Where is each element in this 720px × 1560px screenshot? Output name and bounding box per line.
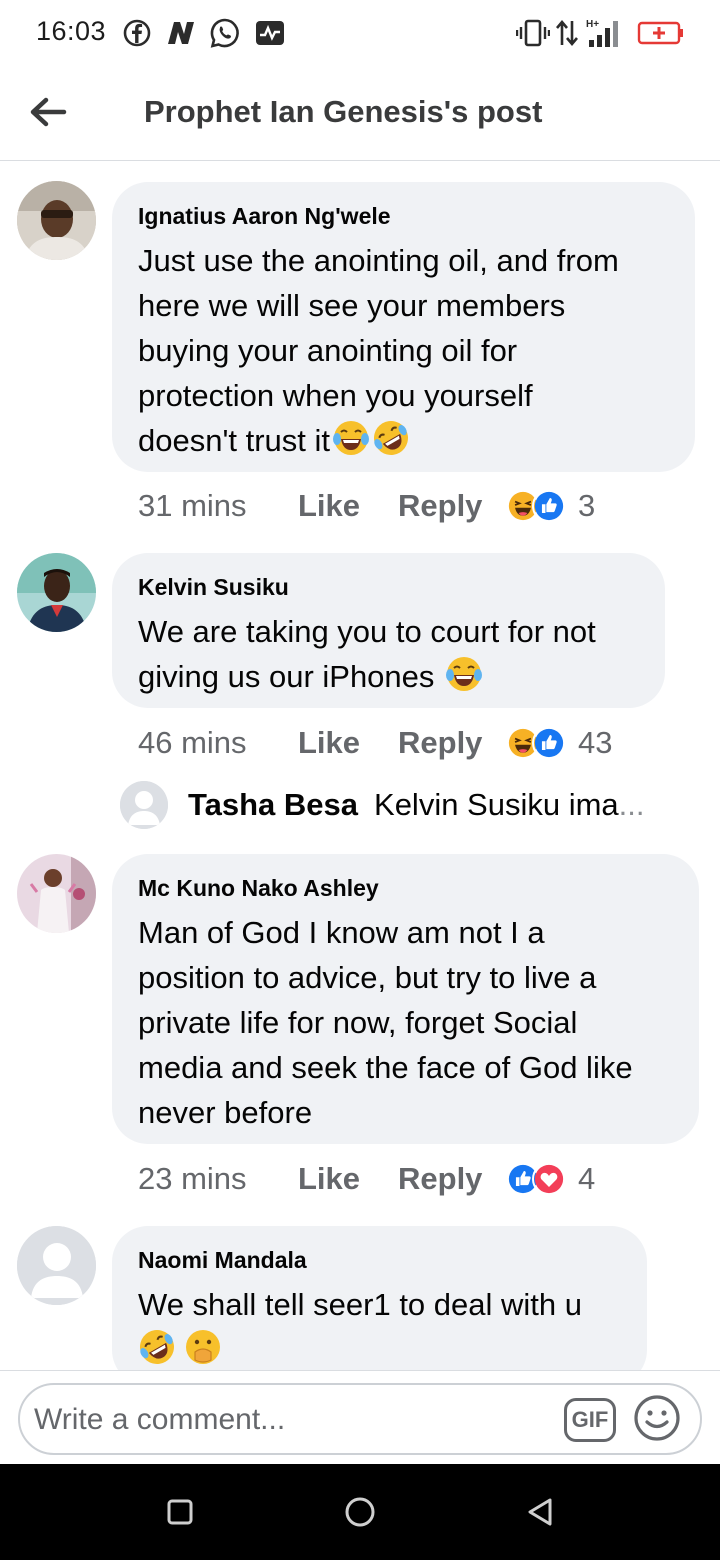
facebook-icon (122, 18, 152, 48)
tears-of-joy-emoji-icon (333, 421, 370, 455)
n-app-icon (164, 18, 198, 48)
comment-line: We shall tell seer1 to deal with u (138, 1287, 582, 1322)
reply-button[interactable]: Reply (398, 725, 482, 761)
comment-line: doesn't trust it (138, 423, 331, 458)
arrow-left-icon (30, 97, 67, 127)
status-time: 16:03 (36, 16, 107, 46)
rofl-emoji-icon (140, 1330, 174, 1364)
rofl-emoji-icon (374, 421, 409, 455)
reaction-count: 3 (578, 488, 596, 523)
reply-button[interactable]: Reply (398, 1161, 482, 1197)
love-reaction-icon (532, 1162, 566, 1196)
triangle-back-icon[interactable] (520, 1492, 560, 1532)
whatsapp-icon (208, 18, 242, 48)
like-button[interactable]: Like (298, 1161, 360, 1197)
comment-line: Man of God I know am not I a (138, 915, 545, 950)
post-header: Prophet Ian Genesis's post (0, 66, 720, 161)
comment-bubble[interactable]: Kelvin Susiku We are taking you to court… (112, 553, 665, 708)
comment-line: protection when you yourself (138, 378, 533, 413)
tears-of-joy-emoji-icon (446, 657, 483, 691)
comment-line-with-emoji: giving us our iPhones (138, 654, 639, 699)
commenter-name[interactable]: Ignatius Aaron Ng'wele (138, 202, 669, 230)
comment-line: private life for now, forget Social (138, 1005, 578, 1040)
comment-line: position to advice, but try to live a (138, 960, 597, 995)
comment-bubble[interactable]: Mc Kuno Nako Ashley Man of God I know am… (112, 854, 699, 1144)
page-title: Prophet Ian Genesis's post (144, 94, 543, 129)
avatar[interactable] (17, 181, 96, 260)
like-button[interactable]: Like (298, 488, 360, 524)
vibrate-icon (516, 18, 550, 48)
comment-time[interactable]: 46 mins (138, 725, 247, 761)
comment-line: media and seek the face of God like (138, 1050, 633, 1085)
comment-line-with-emoji: doesn't trust it (138, 418, 669, 463)
comment-meta: 23 mins Like Reply 4 (138, 1159, 595, 1199)
avatar (120, 781, 168, 829)
like-button[interactable]: Like (298, 725, 360, 761)
network-label: H+ (586, 19, 599, 30)
comment-text: Man of God I know am not I a position to… (138, 910, 673, 1135)
comment-bubble[interactable]: Naomi Mandala We shall tell seer1 to dea… (112, 1226, 647, 1386)
signal-hplus-icon: H+ (586, 18, 626, 48)
reactions-summary[interactable]: 43 (506, 725, 612, 761)
comment-line: never before (138, 1095, 313, 1130)
comment-line: here we will see your members (138, 288, 566, 323)
reply-text: Kelvin Susiku ima... (374, 787, 645, 823)
like-reaction-icon (532, 489, 566, 523)
emoji-line (138, 1327, 621, 1372)
smiley-icon[interactable] (632, 1393, 682, 1443)
back-button[interactable] (24, 88, 72, 136)
reply-button[interactable]: Reply (398, 488, 482, 524)
comment-time[interactable]: 31 mins (138, 488, 247, 524)
comment-text: Just use the anointing oil, and from her… (138, 238, 669, 463)
circle-home-icon[interactable] (340, 1492, 380, 1532)
commenter-name[interactable]: Naomi Mandala (138, 1246, 621, 1274)
comment-text: We are taking you to court for not givin… (138, 609, 639, 699)
comment-time[interactable]: 23 mins (138, 1161, 247, 1197)
reply-snippet: Kelvin Susiku ima (374, 787, 619, 822)
data-arrows-icon (554, 18, 580, 48)
comment-bubble[interactable]: Ignatius Aaron Ng'wele Just use the anoi… (112, 182, 695, 472)
comment-composer-bar: Write a comment... GIF (0, 1370, 720, 1464)
commenter-name[interactable]: Mc Kuno Nako Ashley (138, 874, 673, 902)
status-bar: 16:03 H+ (0, 0, 720, 66)
battery-low-icon (636, 18, 686, 48)
reaction-count: 4 (578, 1161, 596, 1196)
square-recents-icon[interactable] (160, 1492, 200, 1532)
reactions-summary[interactable]: 4 (506, 1161, 595, 1197)
comment-text: We shall tell seer1 to deal with u (138, 1282, 621, 1372)
comment-meta: 31 mins Like Reply 3 (138, 486, 595, 526)
like-reaction-icon (532, 726, 566, 760)
comment-line: We are taking you to court for not (138, 614, 596, 649)
gif-button[interactable]: GIF (564, 1398, 616, 1442)
comment-line: Just use the anointing oil, and from (138, 243, 619, 278)
reactions-summary[interactable]: 3 (506, 488, 595, 524)
comment-input[interactable]: Write a comment... GIF (18, 1383, 702, 1455)
avatar[interactable] (17, 553, 96, 632)
reply-preview[interactable]: Tasha Besa Kelvin Susiku ima... (120, 780, 645, 830)
commenter-name[interactable]: Kelvin Susiku (138, 573, 639, 601)
activity-icon (254, 18, 286, 48)
comment-line: giving us our iPhones (138, 659, 444, 694)
comment-line: buying your anointing oil for (138, 333, 518, 368)
comment-meta: 46 mins Like Reply 43 (138, 723, 612, 763)
avatar[interactable] (17, 854, 96, 933)
system-nav-bar (0, 1464, 720, 1560)
comment-input-placeholder[interactable]: Write a comment... (34, 1403, 285, 1437)
avatar[interactable] (17, 1226, 96, 1305)
reaction-count: 43 (578, 725, 613, 760)
hand-over-mouth-emoji-icon (186, 1330, 220, 1364)
reply-author[interactable]: Tasha Besa (188, 787, 358, 823)
reply-ellipsis: ... (618, 787, 645, 822)
